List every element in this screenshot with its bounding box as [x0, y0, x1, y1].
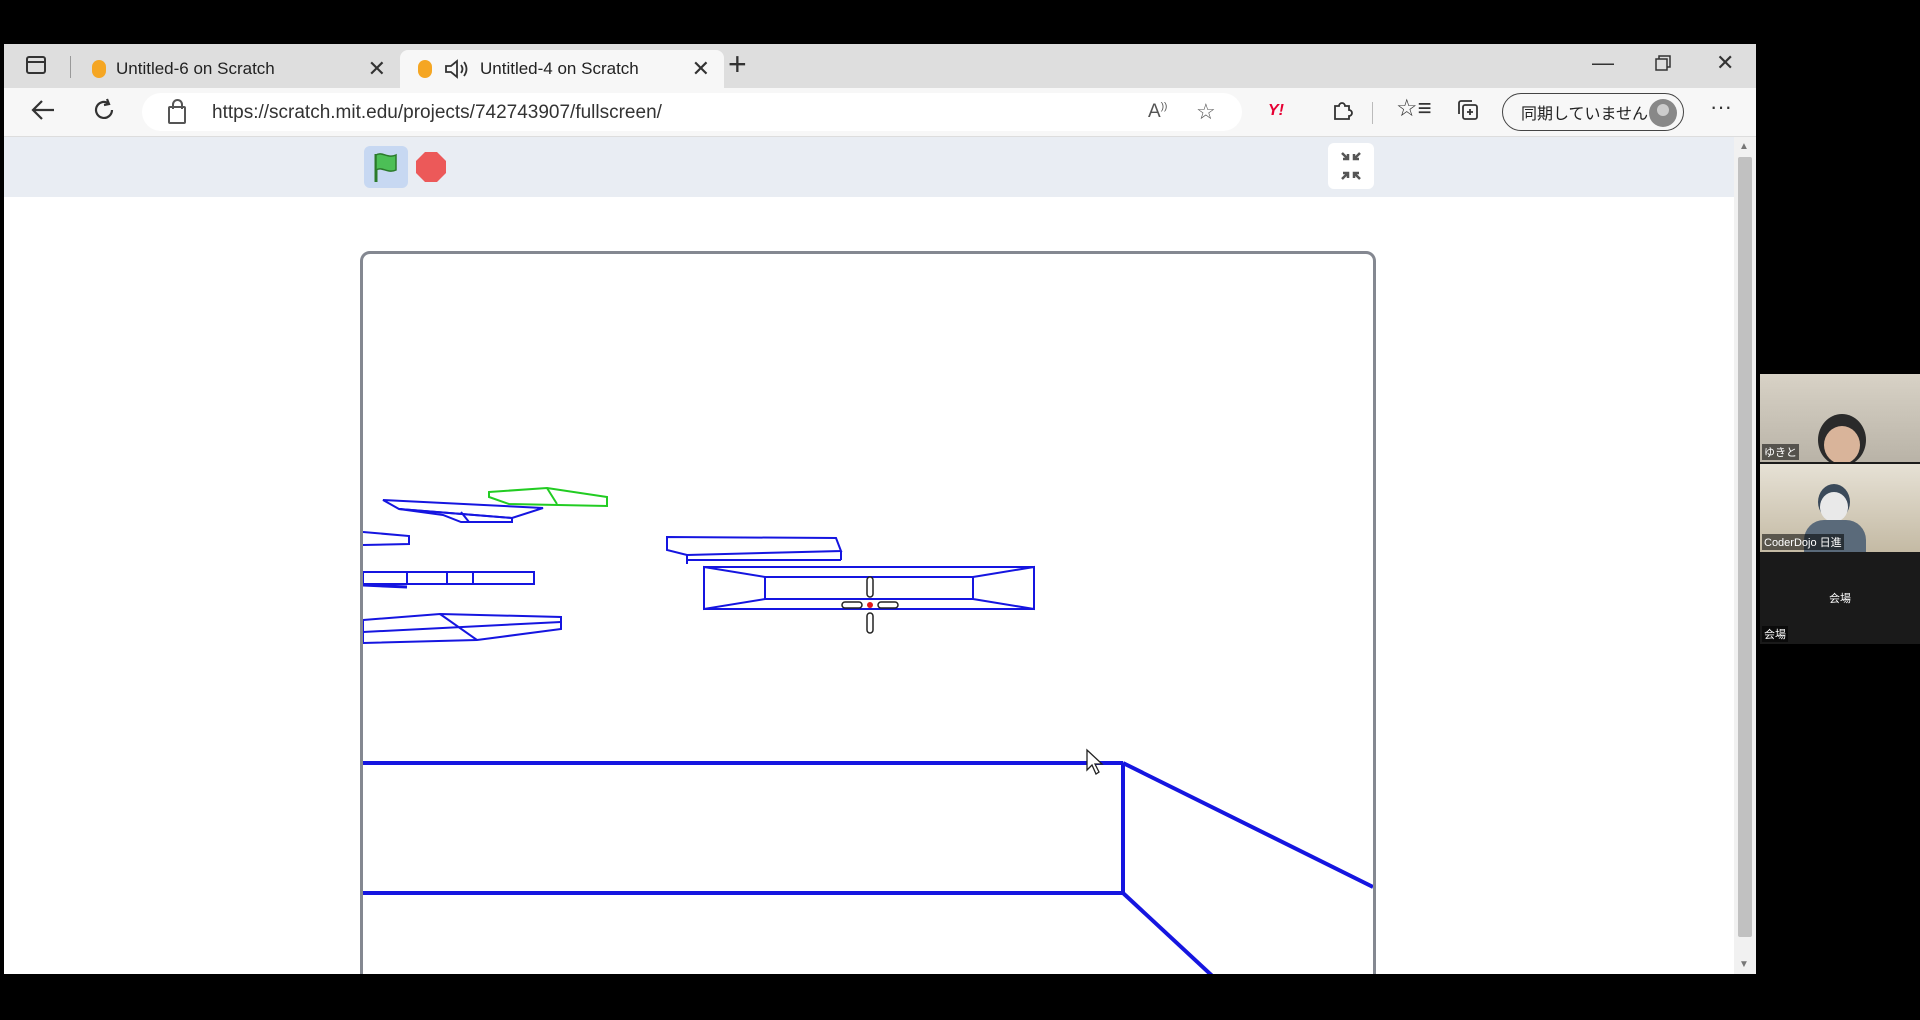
tab-actions-icon[interactable] — [26, 56, 46, 74]
back-icon[interactable] — [30, 98, 56, 127]
minimize-button[interactable]: — — [1592, 50, 1614, 76]
address-bar[interactable]: https://scratch.mit.edu/projects/7427439… — [142, 93, 1242, 131]
green-flag-icon — [374, 153, 397, 182]
stage-wireframe-scene — [363, 486, 1373, 974]
scroll-up-icon[interactable]: ▲ — [1739, 141, 1749, 152]
green-flag-button[interactable] — [364, 146, 408, 188]
url-text[interactable]: https://scratch.mit.edu/projects/7427439… — [212, 102, 662, 124]
stop-button[interactable] — [416, 152, 446, 182]
floating-platform-mid — [666, 535, 843, 564]
close-tab-icon[interactable]: ✕ — [368, 58, 386, 80]
profile-button[interactable]: 同期していません — [1502, 93, 1684, 131]
tab-title: Untitled-6 on Scratch — [116, 59, 275, 78]
ground-block — [363, 761, 1373, 974]
tab-untitled-4[interactable]: Untitled-4 on Scratch ✕ — [400, 50, 724, 88]
scratch-stage[interactable] — [360, 251, 1376, 974]
browser-window: Untitled-6 on Scratch ✕ Untitled-4 on Sc… — [4, 44, 1756, 974]
collections-icon[interactable] — [1456, 98, 1480, 127]
close-tab-icon[interactable]: ✕ — [692, 58, 710, 80]
scratch-controls-bar — [4, 137, 1734, 197]
browser-toolbar: https://scratch.mit.edu/projects/7427439… — [4, 88, 1756, 137]
crosshair-icon — [841, 576, 899, 634]
read-aloud-icon[interactable]: A)) — [1148, 101, 1167, 123]
restore-button[interactable] — [1654, 52, 1672, 78]
add-favorite-icon[interactable]: ☆ — [1196, 99, 1216, 125]
participant-name: 会場 — [1762, 626, 1788, 642]
yahoo-icon[interactable]: Y! — [1268, 102, 1284, 120]
scratch-favicon-icon — [92, 60, 106, 78]
floating-platform-left-2 — [363, 571, 535, 589]
participant-tile-venue[interactable]: 会場 会場 — [1760, 554, 1920, 644]
floating-platform-left-3 — [363, 612, 562, 645]
scrollbar-thumb[interactable] — [1738, 157, 1752, 937]
refresh-icon[interactable] — [92, 98, 116, 127]
new-tab-button[interactable]: + — [728, 48, 747, 80]
participant-face — [1824, 426, 1860, 462]
participant-name: ゆきと — [1762, 444, 1799, 460]
participant-name: CoderDojo 日進 — [1762, 534, 1844, 550]
exit-fullscreen-icon — [1341, 152, 1361, 180]
toolbar-divider — [1372, 102, 1373, 124]
participant-face — [1820, 492, 1848, 522]
participant-center-label: 会場 — [1829, 593, 1851, 605]
green-platform — [488, 486, 608, 508]
more-icon[interactable]: ··· — [1710, 96, 1732, 118]
tab-title: Untitled-4 on Scratch — [480, 59, 639, 78]
participant-tile-coderdojo[interactable]: CoderDojo 日進 — [1760, 464, 1920, 552]
video-call-panel: ゆきと CoderDojo 日進 会場 会場 — [1760, 374, 1920, 644]
mouse-cursor-icon — [1086, 748, 1104, 775]
scratch-favicon-icon — [418, 60, 432, 78]
speaker-icon[interactable] — [444, 58, 470, 80]
profile-label: 同期していません — [1521, 106, 1649, 123]
participant-tile-yukito[interactable]: ゆきと — [1760, 374, 1920, 462]
page-scrollbar[interactable]: ▲ ▼ — [1734, 137, 1756, 974]
tab-divider — [70, 56, 71, 78]
avatar — [1649, 99, 1677, 127]
scroll-down-icon[interactable]: ▼ — [1739, 959, 1749, 970]
floating-platform-left-1 — [363, 531, 410, 546]
extensions-icon[interactable] — [1330, 98, 1354, 127]
tab-untitled-6[interactable]: Untitled-6 on Scratch ✕ — [84, 50, 400, 88]
close-window-button[interactable]: ✕ — [1716, 50, 1734, 76]
tab-strip: Untitled-6 on Scratch ✕ Untitled-4 on Sc… — [4, 44, 1756, 88]
lock-icon[interactable] — [168, 99, 186, 124]
favorites-icon[interactable]: ☆≡ — [1396, 97, 1432, 121]
scratch-page — [4, 137, 1734, 974]
exit-fullscreen-button[interactable] — [1328, 143, 1374, 189]
